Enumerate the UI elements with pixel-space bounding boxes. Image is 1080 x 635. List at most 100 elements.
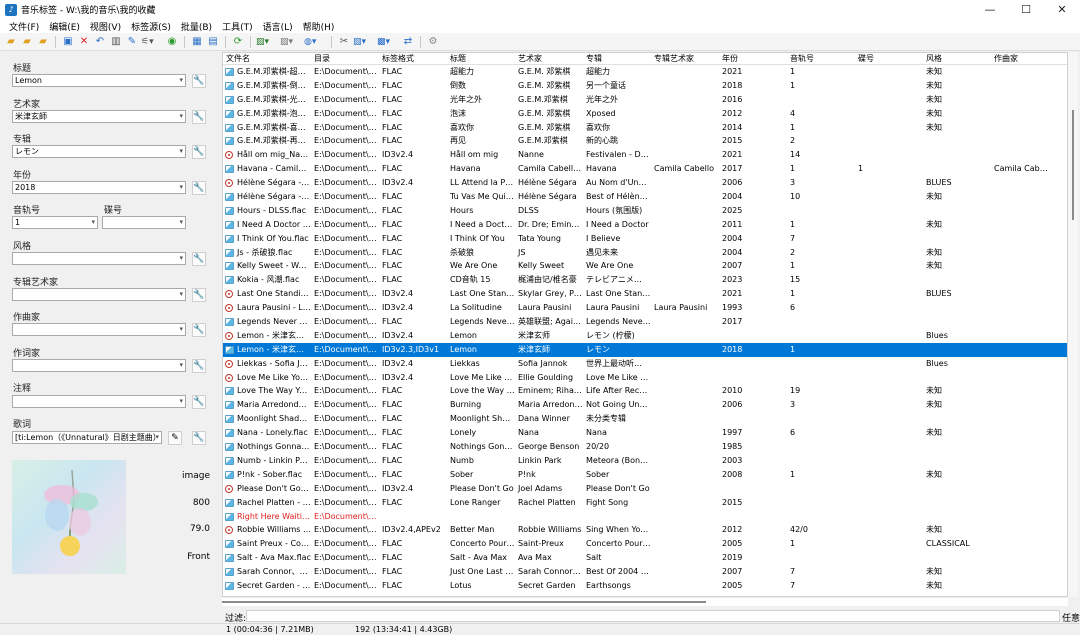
folder-open-icon[interactable]: ▰ xyxy=(4,35,18,49)
convert-icon[interactable]: ⇄ xyxy=(401,35,415,49)
lyrics-wrench-button[interactable]: 🔧 xyxy=(192,431,206,445)
table-row[interactable]: Liekkas - Sofia Janno…E:\Document\M…ID3v… xyxy=(223,357,1067,371)
grid-alt-icon[interactable]: ▤ xyxy=(206,35,220,49)
genre-field[interactable]: ▾ xyxy=(12,252,186,265)
table-row[interactable]: Saint Preux - Concert…E:\Document\M…FLAC… xyxy=(223,537,1067,551)
composer-field[interactable]: ▾ xyxy=(12,323,186,336)
multi-doc-dropdown-icon[interactable]: ▩▾ xyxy=(377,35,399,49)
table-row[interactable]: Hours - DLSS.flac E:\Document\M… FLAC Hours… xyxy=(223,204,1067,218)
horizontal-scrollbar[interactable] xyxy=(222,598,1068,606)
artist-wrench-button[interactable]: 🔧 xyxy=(192,110,206,124)
track-field[interactable]: 1 ▾ xyxy=(12,216,98,229)
title-wrench-button[interactable]: 🔧 xyxy=(192,74,206,88)
horizontal-scrollbar-thumb[interactable] xyxy=(222,601,706,603)
table-row[interactable]: Maria Arredondo-Bur…E:\Document\M…FLAC Bu… xyxy=(223,398,1067,412)
undo-icon[interactable]: ↶ xyxy=(93,35,107,49)
album-artist-wrench-button[interactable]: 🔧 xyxy=(192,288,206,302)
tools-icon[interactable]: ✂ xyxy=(337,35,351,49)
table-row[interactable]: G.E.M.邓紫棋-再见.flacE:\Document\M…FLAC 再见 G.E… xyxy=(223,134,1067,148)
table-row[interactable]: Hélène Ségara - Ll At…E:\Document\M…ID3v… xyxy=(223,176,1067,190)
table-row[interactable]: I Think Of You.flac E:\Document\M… FLAC I T… xyxy=(223,232,1067,246)
book-icon[interactable]: ▥ xyxy=(109,35,123,49)
table-row[interactable]: Kelly Sweet - We Are…E:\Document\M…FLAC W… xyxy=(223,259,1067,273)
artist-field[interactable]: 米津玄師 ▾ xyxy=(12,110,186,123)
filter-input[interactable] xyxy=(246,610,1060,622)
menu-edit[interactable]: 编辑(E) xyxy=(44,20,85,33)
menu-view[interactable]: 视图(V) xyxy=(85,20,126,33)
column-header[interactable]: 标签格式 xyxy=(379,53,447,64)
delete-icon[interactable]: ✕ xyxy=(77,35,91,49)
table-row[interactable]: Nana - Lonely.flac E:\Document\M… FLAC Lone… xyxy=(223,426,1067,440)
column-header[interactable]: 标题 xyxy=(447,53,515,64)
comment-field[interactable]: ▾ xyxy=(12,395,186,408)
table-row[interactable]: Legends Never Die - …E:\Document\M…FLAC L… xyxy=(223,315,1067,329)
menu-help[interactable]: 帮助(H) xyxy=(298,20,340,33)
table-row[interactable]: Laura Pausini - La Sol…E:\Document\M…ID3… xyxy=(223,301,1067,315)
album-artist-field[interactable]: ▾ xyxy=(12,288,186,301)
table-row[interactable]: Love Me Like You Do…E:\Document\M…ID3v2.… xyxy=(223,371,1067,385)
comment-wrench-button[interactable]: 🔧 xyxy=(192,395,206,409)
table-row[interactable]: Håll om mig_Nanne.…E:\Document\M…ID3v2.4… xyxy=(223,148,1067,162)
table-row[interactable]: Hélène Ségara - Tu V…E:\Document\M…FLAC T… xyxy=(223,190,1067,204)
column-header[interactable]: 碟号 xyxy=(855,53,923,64)
table-row[interactable]: G.E.M.邓紫棋-光年之…E:\Document\M…FLAC 光年之外 G.E.… xyxy=(223,93,1067,107)
document-dropdown-icon[interactable]: ▧▾ xyxy=(353,35,375,49)
minimize-button[interactable]: — xyxy=(972,0,1008,19)
year-field[interactable]: 2018 ▾ xyxy=(12,181,186,194)
column-header[interactable]: 专辑 xyxy=(583,53,651,64)
column-header[interactable]: 艺术家 xyxy=(515,53,583,64)
folder-add-icon[interactable]: ▰ xyxy=(20,35,34,49)
sync-icon[interactable]: ⟳ xyxy=(231,35,245,49)
column-header[interactable]: 年份 xyxy=(719,53,787,64)
table-row[interactable]: I Need A Doctor - Dr…E:\Document\M…FLAC I… xyxy=(223,218,1067,232)
composer-wrench-button[interactable]: 🔧 xyxy=(192,323,206,337)
table-row[interactable]: Right Here Waiting - …E:\Document\M… xyxy=(223,510,1067,524)
lyricist-wrench-button[interactable]: 🔧 xyxy=(192,359,206,373)
table-row[interactable]: Please Don't Go - Joe…E:\Document\M…ID3v… xyxy=(223,482,1067,496)
genre-wrench-button[interactable]: 🔧 xyxy=(192,252,206,266)
table-row-selected[interactable]: Lemon - 米津玄師Liv…E:\Document\M…ID3v2.3,ID… xyxy=(223,342,1067,357)
album-wrench-button[interactable]: 🔧 xyxy=(192,145,206,159)
grid-icon[interactable]: ▦ xyxy=(190,35,204,49)
column-header[interactable]: 专辑艺术家 xyxy=(651,53,719,64)
file-list[interactable]: 文件名 目录 标签格式 标题 艺术家 专辑 专辑艺术家 年份 音轨号 碟号 风格 作曲家 G.E.M.… xyxy=(222,52,1068,597)
folder-star-icon[interactable]: ▰ xyxy=(36,35,50,49)
table-row[interactable]: Sarah Connor、natur…E:\Document\M…FLAC Jus… xyxy=(223,565,1067,579)
menu-tools[interactable]: 工具(T) xyxy=(217,20,258,33)
table-row[interactable]: Havana - Camila Cab…E:\Document\M…FLAC Ha… xyxy=(223,162,1067,176)
column-header[interactable]: 音轨号 xyxy=(787,53,855,64)
column-header[interactable]: 目录 xyxy=(311,53,379,64)
album-field[interactable]: レモン ▾ xyxy=(12,145,186,158)
network-dropdown-icon[interactable]: ◍▾ xyxy=(304,35,326,49)
table-row[interactable]: Secret Garden - Lotu…E:\Document\M…FLAC L… xyxy=(223,579,1067,593)
lyrics-field[interactable]: [ti:Lemon（《Unnatural》日剧主题曲） ▾ xyxy=(12,431,162,444)
year-wrench-button[interactable]: 🔧 xyxy=(192,181,206,195)
table-row[interactable]: G.E.M.邓紫棋-喜欢你…E:\Document\M…FLAC 喜欢你 G.E.M… xyxy=(223,121,1067,135)
close-button[interactable]: ✕ xyxy=(1044,0,1080,19)
column-header[interactable]: 文件名 xyxy=(223,53,311,64)
table-row[interactable]: Salt - Ava Max.flac E:\Document\M… FLAC Sal… xyxy=(223,551,1067,565)
menu-file[interactable]: 文件(F) xyxy=(4,20,44,33)
table-row[interactable]: G.E.M.邓紫棋-泡沫.flacE:\Document\M…FLAC 泡沫 G.E… xyxy=(223,107,1067,121)
table-row[interactable]: Numb - Linkin Park.flacE:\Document\M…FLA… xyxy=(223,454,1067,468)
table-row[interactable]: Rachel Platten - Figh…E:\Document\M…FLAC… xyxy=(223,496,1067,510)
table-row[interactable]: Nothings Gonna Chan…E:\Document\M…FLAC No… xyxy=(223,440,1067,454)
table-row[interactable]: G.E.M.邓紫棋-超能力.…E:\Document\M…FLAC 超能力 G.E.… xyxy=(223,65,1067,79)
table-row[interactable]: G.E.M.邓紫棋-倒数.flacE:\Document\M…FLAC 倒数 G.E… xyxy=(223,79,1067,93)
column-header[interactable]: 风格 xyxy=(923,53,991,64)
lyricist-field[interactable]: ▾ xyxy=(12,359,186,372)
menu-tag-source[interactable]: 标签源(S) xyxy=(126,20,176,33)
table-row[interactable]: Robbie Williams - Bet…E:\Document\M…ID3v… xyxy=(223,523,1067,537)
filter-dropdown-icon[interactable]: ⚟▾ xyxy=(141,35,163,49)
settings-icon[interactable]: ⚙ xyxy=(426,35,440,49)
table-row[interactable]: Moonlight Shadow - …E:\Document\M…FLAC Mo… xyxy=(223,412,1067,426)
title-field[interactable]: Lemon ▾ xyxy=(12,74,186,87)
table-row[interactable]: Kokia - 风潮.flac E:\Document\M… FLAC CD音轨 15… xyxy=(223,273,1067,287)
album-cover[interactable] xyxy=(12,460,126,574)
magic-icon[interactable]: ✎ xyxy=(125,35,139,49)
disc-field[interactable]: ▾ xyxy=(102,216,186,229)
table-row[interactable]: Js - 杀破狼.flac E:\Document\M… FLAC 杀破狼 JS 遇见未来… xyxy=(223,246,1067,260)
table-row[interactable]: Lemon - 米津玄師.mp3E:\Document\M…ID3v2.4 Lem… xyxy=(223,329,1067,343)
table-row[interactable]: Love The Way You Li…E:\Document\M…FLAC Lo… xyxy=(223,384,1067,398)
maximize-button[interactable]: ☐ xyxy=(1008,0,1044,19)
